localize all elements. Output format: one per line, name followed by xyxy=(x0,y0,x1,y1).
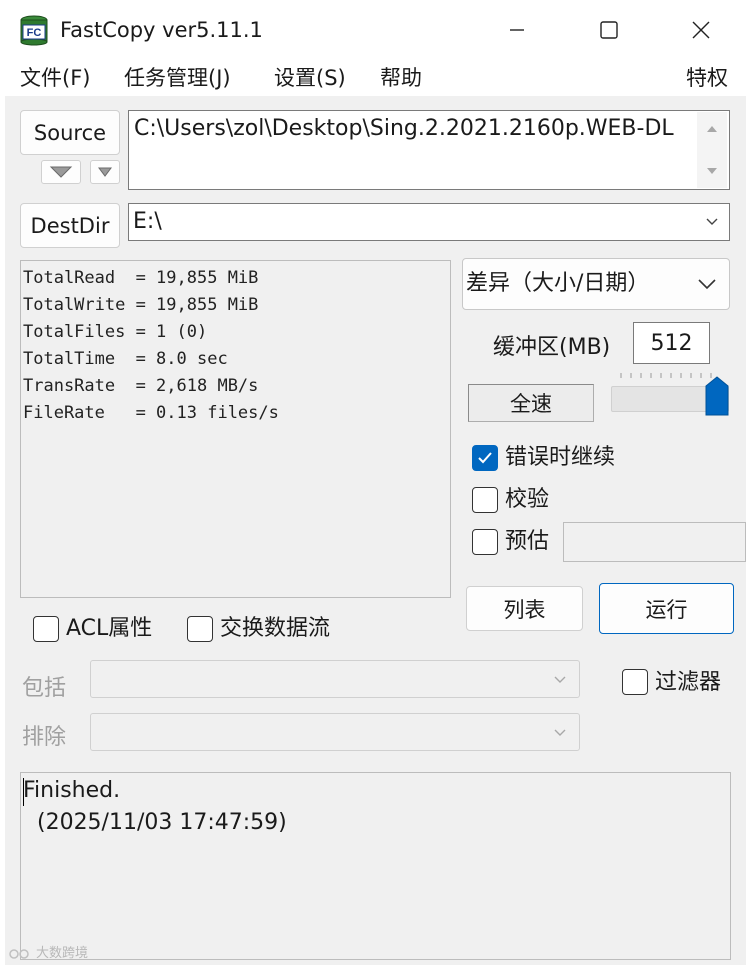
watermark: 大数跨境 xyxy=(8,944,88,964)
estimate-label[interactable]: 预估 xyxy=(505,527,549,557)
menu-file[interactable]: 文件(F) xyxy=(20,64,90,92)
menu-job-manager[interactable]: 任务管理(J) xyxy=(124,64,231,92)
speed-slider-thumb[interactable] xyxy=(705,376,729,416)
alternate-data-stream-checkbox[interactable] xyxy=(187,616,213,642)
acl-checkbox[interactable] xyxy=(33,616,59,642)
continue-on-error-label[interactable]: 错误时继续 xyxy=(505,443,615,473)
minimize-icon xyxy=(510,29,524,31)
stat-total-read: TotalRead = 19,855 MiB xyxy=(23,268,259,288)
include-filter-combo xyxy=(90,660,580,698)
chevron-down-icon[interactable] xyxy=(705,215,719,229)
stat-total-time: TotalTime = 8.0 sec xyxy=(23,349,228,369)
log-status-line: Finished. xyxy=(23,778,121,803)
menu-settings[interactable]: 设置(S) xyxy=(274,64,346,92)
triangle-down-icon xyxy=(98,167,112,177)
stat-file-rate: FileRate = 0.13 files/s xyxy=(23,403,279,423)
destdir-combo[interactable] xyxy=(128,203,730,241)
app-icon-text: FC xyxy=(27,27,42,39)
watermark-text: 大数跨境 xyxy=(36,946,89,961)
stat-trans-rate: TransRate = 2,618 MB/s xyxy=(23,376,259,396)
filter-checkbox[interactable] xyxy=(622,669,648,695)
status-log[interactable] xyxy=(20,772,731,960)
checkmark-icon xyxy=(478,452,492,464)
source-menu-button[interactable] xyxy=(90,160,120,184)
copy-mode-value: 差异（大小/日期） xyxy=(466,271,650,296)
buffer-size-value: 512 xyxy=(650,331,693,356)
source-scrollbar[interactable] xyxy=(697,112,727,188)
close-button[interactable] xyxy=(655,0,747,60)
minimize-button[interactable] xyxy=(471,0,563,60)
alternate-data-stream-label[interactable]: 交换数据流 xyxy=(220,614,330,644)
buffer-label: 缓冲区(MB) xyxy=(493,335,611,360)
maximize-button[interactable] xyxy=(563,0,655,60)
log-timestamp-line: (2025/11/03 17:47:59) xyxy=(23,810,287,835)
triangle-down-icon xyxy=(49,166,73,178)
chevron-down-icon xyxy=(554,676,566,683)
watermark-logo-icon xyxy=(9,949,29,959)
list-button[interactable]: 列表 xyxy=(466,586,583,631)
maximize-icon xyxy=(600,21,618,39)
filter-label[interactable]: 过滤器 xyxy=(655,668,721,698)
menu-privilege[interactable]: 特权 xyxy=(686,64,728,92)
include-label: 包括 xyxy=(22,676,67,701)
stat-total-write: TotalWrite = 19,855 MiB xyxy=(23,295,259,315)
chevron-down-icon xyxy=(698,279,716,290)
continue-on-error-checkbox[interactable] xyxy=(472,445,498,471)
estimate-checkbox[interactable] xyxy=(472,529,498,555)
menu-bar xyxy=(0,60,751,96)
run-button[interactable]: 运行 xyxy=(599,583,734,634)
destdir-path-text: E:\ xyxy=(133,209,162,234)
stat-total-files: TotalFiles = 1 (0) xyxy=(23,322,208,342)
source-path-text: C:\Users\zol\Desktop\Sing.2.2021.2160p.W… xyxy=(134,116,674,141)
verify-checkbox[interactable] xyxy=(472,487,498,513)
verify-label[interactable]: 校验 xyxy=(505,485,549,515)
close-icon xyxy=(692,21,710,39)
window-title: FastCopy ver5.11.1 xyxy=(60,18,263,42)
chevron-down-icon xyxy=(554,729,566,736)
source-button[interactable]: Source xyxy=(20,110,120,155)
fastcopy-app-icon: FC xyxy=(20,15,48,46)
scroll-arrows-icon xyxy=(707,126,717,174)
full-speed-button[interactable]: 全速 xyxy=(468,384,594,422)
destdir-button[interactable]: DestDir xyxy=(20,203,120,248)
exclude-label: 排除 xyxy=(22,725,67,750)
menu-help[interactable]: 帮助 xyxy=(380,64,422,92)
estimate-display xyxy=(563,522,746,562)
source-history-button[interactable] xyxy=(41,160,81,184)
exclude-filter-combo xyxy=(90,713,580,751)
acl-label[interactable]: ACL属性 xyxy=(66,614,152,644)
